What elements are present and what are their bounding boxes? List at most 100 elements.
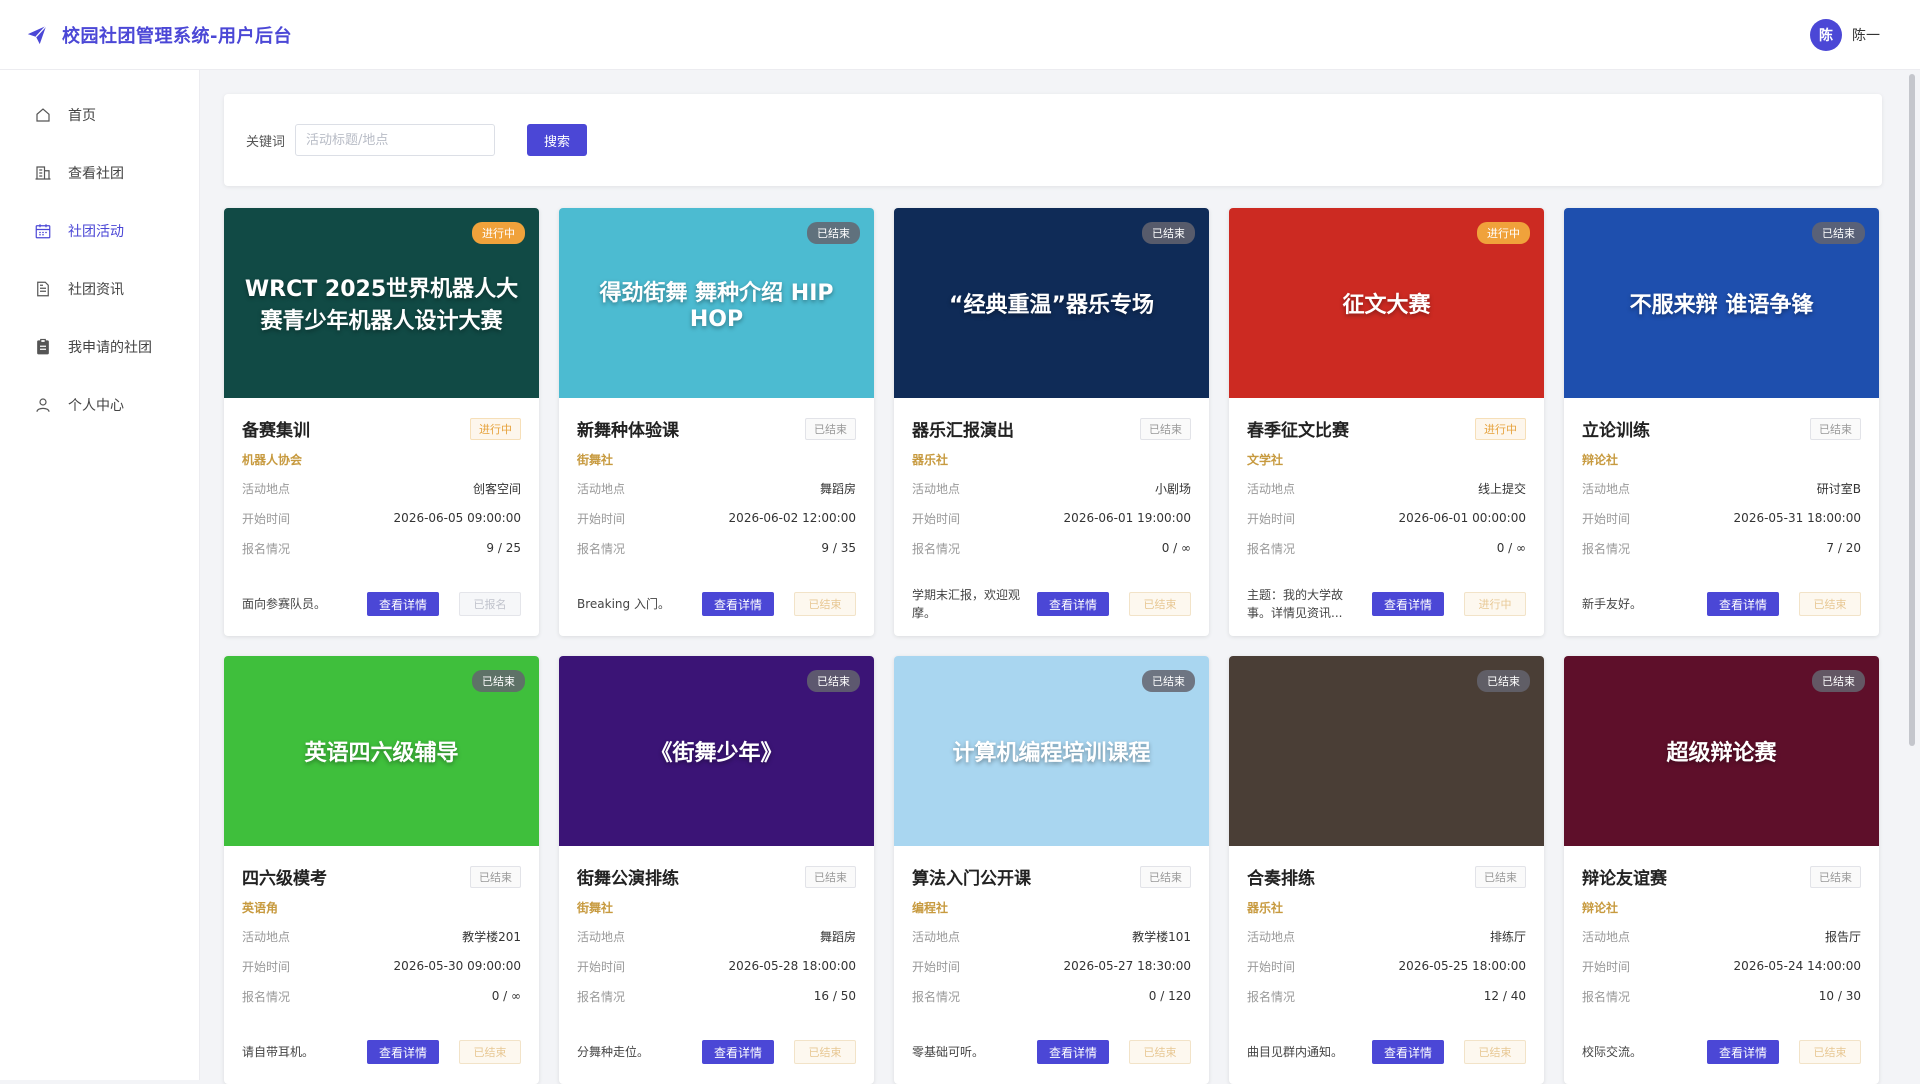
activity-card[interactable]: “经典重温”器乐专场 已结束 器乐汇报演出 已结束 器乐社 活动地点 小剧场 开始…: [894, 208, 1209, 636]
sidebar-item-news[interactable]: 社团资讯: [0, 260, 199, 318]
view-detail-button[interactable]: 查看详情: [1037, 1040, 1109, 1064]
signup-value: 7 / 20: [1826, 541, 1861, 555]
activity-card[interactable]: 已结束 合奏排练 已结束 器乐社 活动地点 排练厅 开始时间 2026-05-25 …: [1229, 656, 1544, 1084]
activity-cover-image[interactable]: 已结束: [1229, 656, 1544, 846]
signup-action-button[interactable]: 已结束: [1799, 592, 1861, 616]
view-detail-button[interactable]: 查看详情: [702, 592, 774, 616]
club-name: 英语角: [242, 901, 279, 915]
status-tag: 已结束: [805, 417, 856, 440]
activity-cover-image[interactable]: 不服来辩 谁语争锋 已结束: [1564, 208, 1879, 398]
activity-cover-image[interactable]: 《街舞少年》 已结束: [559, 656, 874, 846]
location-value: 舞蹈房: [819, 929, 856, 944]
club-name: 街舞社: [577, 901, 614, 915]
location-label: 活动地点: [577, 481, 626, 496]
activity-cover-image[interactable]: 计算机编程培训课程 已结束: [894, 656, 1209, 846]
signup-action-button[interactable]: 已结束: [459, 1040, 521, 1064]
activity-cover-image[interactable]: 超级辩论赛 已结束: [1564, 656, 1879, 846]
view-detail-button[interactable]: 查看详情: [1707, 1040, 1779, 1064]
activity-card[interactable]: 得劲街舞 舞种介绍 HIP HOP 已结束 新舞种体验课 已结束 街舞社 活动地…: [559, 208, 874, 636]
start-time-label: 开始时间: [242, 959, 291, 974]
location-label: 活动地点: [912, 929, 961, 944]
signup-label: 报名情况: [242, 989, 291, 1004]
sidebar-item-label: 首页: [68, 108, 96, 124]
activity-cover-image[interactable]: “经典重温”器乐专场 已结束: [894, 208, 1209, 398]
location-label: 活动地点: [1247, 929, 1296, 944]
activity-cover-image[interactable]: WRCT 2025世界机器人大赛青少年机器人设计大赛 进行中: [224, 208, 539, 398]
location-label: 活动地点: [1582, 481, 1631, 496]
user-menu[interactable]: 陈 陈一: [1810, 19, 1880, 51]
signup-action-button[interactable]: 已结束: [794, 1040, 856, 1064]
activity-title: 备赛集训: [242, 421, 310, 441]
signup-action-button[interactable]: 已结束: [1129, 592, 1191, 616]
signup-action-button[interactable]: 已结束: [1799, 1040, 1861, 1064]
signup-action-button[interactable]: 已结束: [794, 592, 856, 616]
start-time-value: 2026-05-28 18:00:00: [728, 959, 856, 973]
search-input[interactable]: [295, 124, 496, 156]
club-name: 辩论社: [1582, 453, 1619, 467]
app-title: 校园社团管理系统-用户后台: [62, 25, 292, 47]
activity-card[interactable]: 计算机编程培训课程 已结束 算法入门公开课 已结束 编程社 活动地点 教学楼101…: [894, 656, 1209, 1084]
start-time-value: 2026-06-05 09:00:00: [393, 511, 521, 525]
activity-cover-image[interactable]: 得劲街舞 舞种介绍 HIP HOP 已结束: [559, 208, 874, 398]
signup-value: 9 / 35: [821, 541, 856, 555]
view-detail-button[interactable]: 查看详情: [1707, 592, 1779, 616]
view-detail-button[interactable]: 查看详情: [1372, 1040, 1444, 1064]
sidebar-item-label: 社团资讯: [68, 282, 124, 298]
location-value: 研讨室B: [1816, 481, 1861, 496]
location-label: 活动地点: [577, 929, 626, 944]
activity-title: 算法入门公开课: [912, 869, 1031, 889]
view-detail-button[interactable]: 查看详情: [367, 592, 439, 616]
location-label: 活动地点: [242, 929, 291, 944]
sidebar-item-my-applications[interactable]: 我申请的社团: [0, 318, 199, 376]
activity-title: 街舞公演排练: [577, 869, 679, 889]
signup-label: 报名情况: [1247, 989, 1296, 1004]
view-detail-button[interactable]: 查看详情: [1037, 592, 1109, 616]
signup-action-button[interactable]: 进行中: [1464, 592, 1526, 616]
location-value: 舞蹈房: [819, 481, 856, 496]
sidebar-item-home[interactable]: 首页: [0, 86, 199, 144]
cover-status-badge: 已结束: [1142, 222, 1195, 244]
username[interactable]: 陈一: [1852, 25, 1880, 45]
location-value: 报告厅: [1824, 929, 1861, 944]
activity-description: 面向参赛队员。: [242, 597, 327, 611]
club-name: 文学社: [1247, 453, 1284, 467]
activity-description: 零基础可听。: [912, 1045, 985, 1059]
sidebar-item-activities[interactable]: 社团活动: [0, 202, 199, 260]
activity-title: 辩论友谊赛: [1582, 869, 1667, 889]
activity-cover-image[interactable]: 征文大赛 进行中: [1229, 208, 1544, 398]
signup-action-button[interactable]: 已结束: [1464, 1040, 1526, 1064]
cover-text: 超级辩论赛: [1666, 741, 1777, 766]
scrollbar-thumb[interactable]: [1909, 74, 1915, 746]
signup-action-button[interactable]: 已结束: [1129, 1040, 1191, 1064]
view-detail-button[interactable]: 查看详情: [1372, 592, 1444, 616]
avatar[interactable]: 陈: [1810, 19, 1842, 51]
activity-card[interactable]: 《街舞少年》 已结束 街舞公演排练 已结束 街舞社 活动地点 舞蹈房 开始时间 20…: [559, 656, 874, 1084]
view-detail-button[interactable]: 查看详情: [702, 1040, 774, 1064]
activity-title: 合奏排练: [1247, 869, 1315, 889]
activity-grid: WRCT 2025世界机器人大赛青少年机器人设计大赛 进行中 备赛集训 进行中 …: [224, 208, 1882, 1084]
activity-card[interactable]: 征文大赛 进行中 春季征文比赛 进行中 文学社 活动地点 线上提交 开始时间 202…: [1229, 208, 1544, 636]
club-name: 机器人协会: [242, 453, 303, 467]
view-detail-button[interactable]: 查看详情: [367, 1040, 439, 1064]
start-time-value: 2026-06-02 12:00:00: [728, 511, 856, 525]
activity-description: 分舞种走位。: [577, 1045, 650, 1059]
activity-card[interactable]: 超级辩论赛 已结束 辩论友谊赛 已结束 辩论社 活动地点 报告厅 开始时间 2026…: [1564, 656, 1879, 1084]
activity-description: 请自带耳机。: [242, 1045, 315, 1059]
activity-title: 新舞种体验课: [577, 421, 679, 441]
sidebar-item-profile[interactable]: 个人中心: [0, 376, 199, 434]
signup-value: 12 / 40: [1483, 989, 1526, 1003]
signup-value: 0 / ∞: [1161, 541, 1191, 555]
sidebar-item-clubs[interactable]: 查看社团: [0, 144, 199, 202]
signup-action-button[interactable]: 已报名: [459, 592, 521, 616]
activity-card[interactable]: 英语四六级辅导 已结束 四六级模考 已结束 英语角 活动地点 教学楼201 开始时…: [224, 656, 539, 1084]
activity-card[interactable]: 不服来辩 谁语争锋 已结束 立论训练 已结束 辩论社 活动地点 研讨室B 开始时间…: [1564, 208, 1879, 636]
activity-description: 学期末汇报，欢迎观摩。: [912, 588, 1021, 620]
activity-cover-image[interactable]: 英语四六级辅导 已结束: [224, 656, 539, 846]
signup-value: 0 / ∞: [1496, 541, 1526, 555]
start-time-label: 开始时间: [1247, 959, 1296, 974]
search-button[interactable]: 搜索: [527, 124, 588, 156]
scrollbar[interactable]: [1908, 74, 1916, 1074]
paper-plane-icon: [27, 24, 47, 44]
signup-value: 9 / 25: [486, 541, 521, 555]
activity-card[interactable]: WRCT 2025世界机器人大赛青少年机器人设计大赛 进行中 备赛集训 进行中 …: [224, 208, 539, 636]
